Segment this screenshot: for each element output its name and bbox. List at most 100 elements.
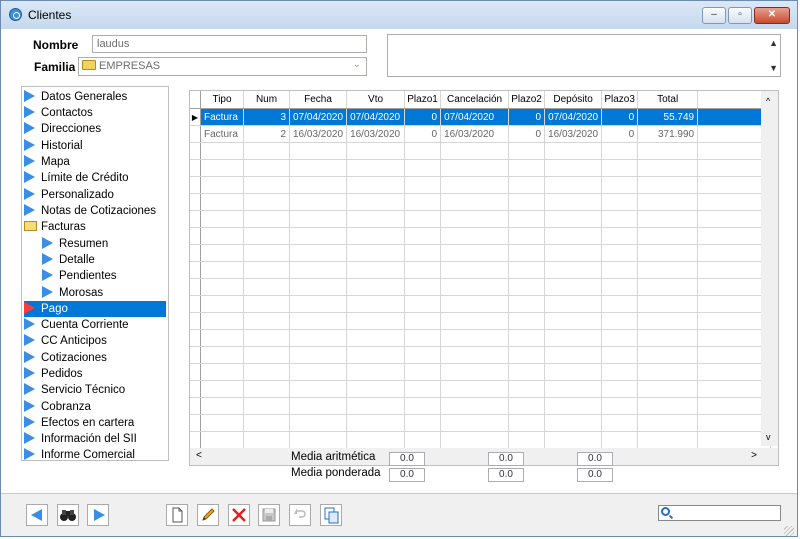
empty-row xyxy=(190,142,772,160)
sidebar-item-servicio-tecnico[interactable]: Servicio Técnico xyxy=(24,382,125,398)
table-header-row: Tipo Num Fecha Vto Plazo1 Cancelación Pl… xyxy=(190,91,772,109)
next-arrow-icon xyxy=(94,509,105,521)
sidebar-item-facturas[interactable]: Facturas xyxy=(24,219,86,235)
save-button[interactable] xyxy=(258,504,280,526)
sidebar-item-contactos[interactable]: Contactos xyxy=(24,105,93,121)
nombre-value: laudus xyxy=(97,38,130,50)
empty-row xyxy=(190,176,772,194)
copy-button[interactable] xyxy=(320,504,342,526)
arrow-icon xyxy=(24,400,35,412)
sidebar-item-cuenta-corriente[interactable]: Cuenta Corriente xyxy=(24,317,129,333)
notes-textarea[interactable]: ▲ ▼ xyxy=(387,34,781,77)
copy-icon xyxy=(324,507,339,524)
sidebar-item-cotizaciones[interactable]: Cotizaciones xyxy=(24,350,107,366)
media-aritmetica-plazo3: 0.0 xyxy=(577,452,613,466)
sidebar-item-efectos-cartera[interactable]: Efectos en cartera xyxy=(24,415,134,431)
arrow-icon xyxy=(24,383,35,395)
col-total[interactable]: Total xyxy=(637,91,699,109)
prev-arrow-icon xyxy=(31,509,42,521)
scroll-down-icon[interactable]: v xyxy=(766,432,771,442)
arrow-icon xyxy=(24,188,35,200)
chevron-down-icon: ⌄ xyxy=(352,59,361,70)
scroll-up-icon[interactable]: ▲ xyxy=(769,38,778,48)
scroll-up-icon[interactable]: ^ xyxy=(766,96,770,106)
scroll-right-icon[interactable]: > xyxy=(751,450,757,461)
sidebar-item-pendientes[interactable]: Pendientes xyxy=(42,268,117,284)
table-row[interactable]: ▶ Factura 3 07/04/2020 07/04/2020 0 07/0… xyxy=(190,108,772,126)
sidebar-nav: Datos Generales Contactos Direcciones Hi… xyxy=(21,86,169,461)
col-vto[interactable]: Vto xyxy=(346,91,406,109)
media-ponderada-plazo1: 0.0 xyxy=(389,468,425,482)
sidebar-item-personalizado[interactable]: Personalizado xyxy=(24,187,114,203)
sidebar-item-notas-cotizaciones[interactable]: Notas de Cotizaciones xyxy=(24,203,156,219)
search-input[interactable] xyxy=(658,505,781,521)
close-button[interactable]: ✕ xyxy=(754,7,790,24)
payments-grid[interactable]: Tipo Num Fecha Vto Plazo1 Cancelación Pl… xyxy=(189,90,779,466)
vertical-scrollbar[interactable]: ^ v xyxy=(761,91,778,446)
maximize-button[interactable]: ▫ xyxy=(728,7,752,24)
row-indicator-icon: ▶ xyxy=(190,108,201,126)
sidebar-item-limite-credito[interactable]: Límite de Crédito xyxy=(24,170,129,186)
media-aritmetica-plazo1: 0.0 xyxy=(389,452,425,466)
scroll-left-icon[interactable]: < xyxy=(196,450,202,461)
sidebar-item-datos-generales[interactable]: Datos Generales xyxy=(24,89,127,105)
resize-grip-icon[interactable] xyxy=(784,526,794,536)
sidebar-item-historial[interactable]: Historial xyxy=(24,138,83,154)
binoculars-icon xyxy=(60,510,76,521)
sidebar-item-mapa[interactable]: Mapa xyxy=(24,154,70,170)
next-record-button[interactable] xyxy=(87,504,109,526)
sidebar-item-pago[interactable]: Pago xyxy=(24,301,166,317)
previous-record-button[interactable] xyxy=(26,504,48,526)
arrow-icon xyxy=(24,106,35,118)
col-fecha[interactable]: Fecha xyxy=(289,91,348,109)
empty-row xyxy=(190,159,772,177)
col-num[interactable]: Num xyxy=(243,91,290,109)
horizontal-scrollbar[interactable]: < > xyxy=(190,448,763,465)
arrow-icon xyxy=(24,367,35,379)
col-tipo[interactable]: Tipo xyxy=(200,91,244,109)
arrow-icon xyxy=(24,155,35,167)
sidebar-item-informe-comercial[interactable]: Informe Comercial xyxy=(24,447,135,463)
col-plazo3[interactable]: Plazo3 xyxy=(601,91,639,109)
search-icon xyxy=(661,507,670,516)
familia-value: EMPRESAS xyxy=(99,60,161,72)
col-deposito[interactable]: Depósito xyxy=(544,91,603,109)
window-title: Clientes xyxy=(28,8,72,22)
arrow-icon xyxy=(24,334,35,346)
sidebar-item-pedidos[interactable]: Pedidos xyxy=(24,366,83,382)
sidebar-item-morosas[interactable]: Morosas xyxy=(42,285,103,301)
arrow-icon xyxy=(42,253,53,265)
empty-row xyxy=(190,346,772,364)
new-button[interactable] xyxy=(166,504,188,526)
sidebar-item-cc-anticipos[interactable]: CC Anticipos xyxy=(24,333,107,349)
find-button[interactable] xyxy=(57,504,79,526)
familia-label: Familia xyxy=(34,60,76,74)
sidebar-item-detalle[interactable]: Detalle xyxy=(42,252,95,268)
edit-button[interactable] xyxy=(197,504,219,526)
app-logo-icon xyxy=(9,8,22,21)
col-plazo1[interactable]: Plazo1 xyxy=(404,91,442,109)
save-disk-icon xyxy=(262,508,276,522)
familia-select[interactable]: EMPRESAS ⌄ xyxy=(78,57,367,76)
col-cancelacion[interactable]: Cancelación xyxy=(440,91,510,109)
undo-button[interactable] xyxy=(289,504,311,526)
minimize-button[interactable]: – xyxy=(702,7,726,24)
col-plazo2[interactable]: Plazo2 xyxy=(508,91,546,109)
arrow-icon xyxy=(24,448,35,460)
empty-row xyxy=(190,244,772,262)
title-bar[interactable]: Clientes – ▫ ✕ xyxy=(1,1,797,30)
scroll-down-icon[interactable]: ▼ xyxy=(769,63,778,73)
table-row[interactable]: Factura 2 16/03/2020 16/03/2020 0 16/03/… xyxy=(190,125,772,143)
folder-icon xyxy=(82,60,96,70)
sidebar-item-resumen[interactable]: Resumen xyxy=(42,236,108,252)
delete-x-icon xyxy=(232,508,246,522)
bottom-toolbar xyxy=(1,493,797,536)
undo-icon xyxy=(294,508,306,518)
sidebar-item-cobranza[interactable]: Cobranza xyxy=(24,399,91,415)
empty-row xyxy=(190,210,772,228)
delete-button[interactable] xyxy=(228,504,250,526)
empty-row xyxy=(190,312,772,330)
sidebar-item-informacion-sii[interactable]: Información del SII xyxy=(24,431,137,447)
sidebar-item-direcciones[interactable]: Direcciones xyxy=(24,121,101,137)
nombre-input[interactable]: laudus xyxy=(92,35,367,53)
